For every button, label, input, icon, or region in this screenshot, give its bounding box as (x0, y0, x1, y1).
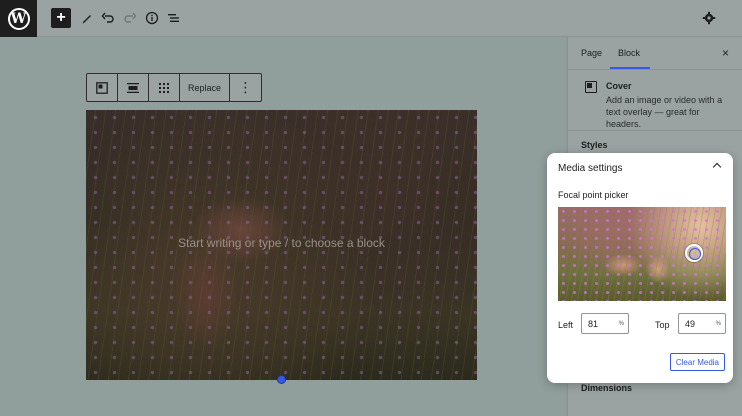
cover-block-icon (585, 81, 597, 93)
focal-point-handle[interactable] (685, 244, 704, 263)
tab-block[interactable]: Block (618, 48, 640, 58)
wordpress-logo[interactable]: W (0, 0, 37, 37)
resize-handle[interactable] (277, 375, 286, 384)
plus-icon: + (56, 9, 66, 26)
align-button[interactable] (118, 74, 149, 101)
top-input[interactable]: 49 % (678, 313, 726, 334)
cover-block[interactable]: Start writing or type / to choose a bloc… (86, 110, 477, 380)
add-block-button[interactable]: + (51, 8, 71, 28)
left-label: Left (558, 320, 574, 330)
cover-block-icon (96, 81, 108, 94)
block-description: Add an image or video with a text overla… (606, 95, 723, 129)
replace-button[interactable]: Replace (180, 74, 231, 101)
settings-button[interactable] (699, 8, 719, 28)
content-position-button[interactable] (149, 74, 180, 101)
more-vertical-icon: ⋮ (238, 79, 253, 95)
media-settings-panel: Media settings Focal point picker Left 8… (547, 153, 733, 383)
details-button[interactable] (142, 8, 162, 28)
pen-icon (82, 15, 91, 24)
position-grid-icon (159, 82, 169, 93)
top-label: Top (655, 320, 670, 330)
undo-icon (101, 12, 114, 23)
active-tab-indicator (610, 67, 650, 69)
gear-icon (702, 11, 716, 25)
top-toolbar: W + (0, 0, 742, 37)
cover-placeholder[interactable]: Start writing or type / to choose a bloc… (86, 236, 477, 250)
clear-media-button[interactable]: Clear Media (669, 353, 725, 371)
chevron-up-icon[interactable] (712, 160, 722, 170)
close-sidebar-button[interactable]: × (722, 46, 729, 60)
focal-point-picker[interactable] (558, 207, 726, 301)
dimensions-label: Dimensions (581, 383, 633, 393)
left-input[interactable]: 81 % (581, 313, 629, 334)
block-card: Cover Add an image or video with a text … (568, 71, 742, 131)
block-toolbar: Replace ⋮ (86, 73, 263, 102)
block-type-button[interactable] (87, 74, 118, 101)
list-view-icon (168, 14, 179, 22)
tools-button[interactable] (77, 8, 97, 28)
block-name: Cover (606, 81, 632, 91)
styles-label: Styles (581, 140, 608, 150)
tab-page[interactable]: Page (581, 48, 602, 58)
undo-button[interactable] (98, 8, 118, 28)
wordpress-icon: W (7, 7, 30, 30)
redo-button[interactable] (120, 8, 140, 28)
top-value: 49 (685, 318, 696, 329)
align-icon (127, 82, 139, 93)
redo-icon (124, 12, 137, 23)
more-options-button[interactable]: ⋮ (230, 74, 261, 101)
list-view-button[interactable] (164, 8, 184, 28)
media-settings-title: Media settings (558, 163, 623, 174)
left-unit: % (618, 320, 624, 327)
sidebar-tabs: Page Block × (568, 37, 742, 70)
top-unit: % (715, 320, 721, 327)
info-icon (145, 11, 159, 25)
focal-point-label: Focal point picker (558, 190, 629, 200)
left-value: 81 (588, 318, 599, 329)
